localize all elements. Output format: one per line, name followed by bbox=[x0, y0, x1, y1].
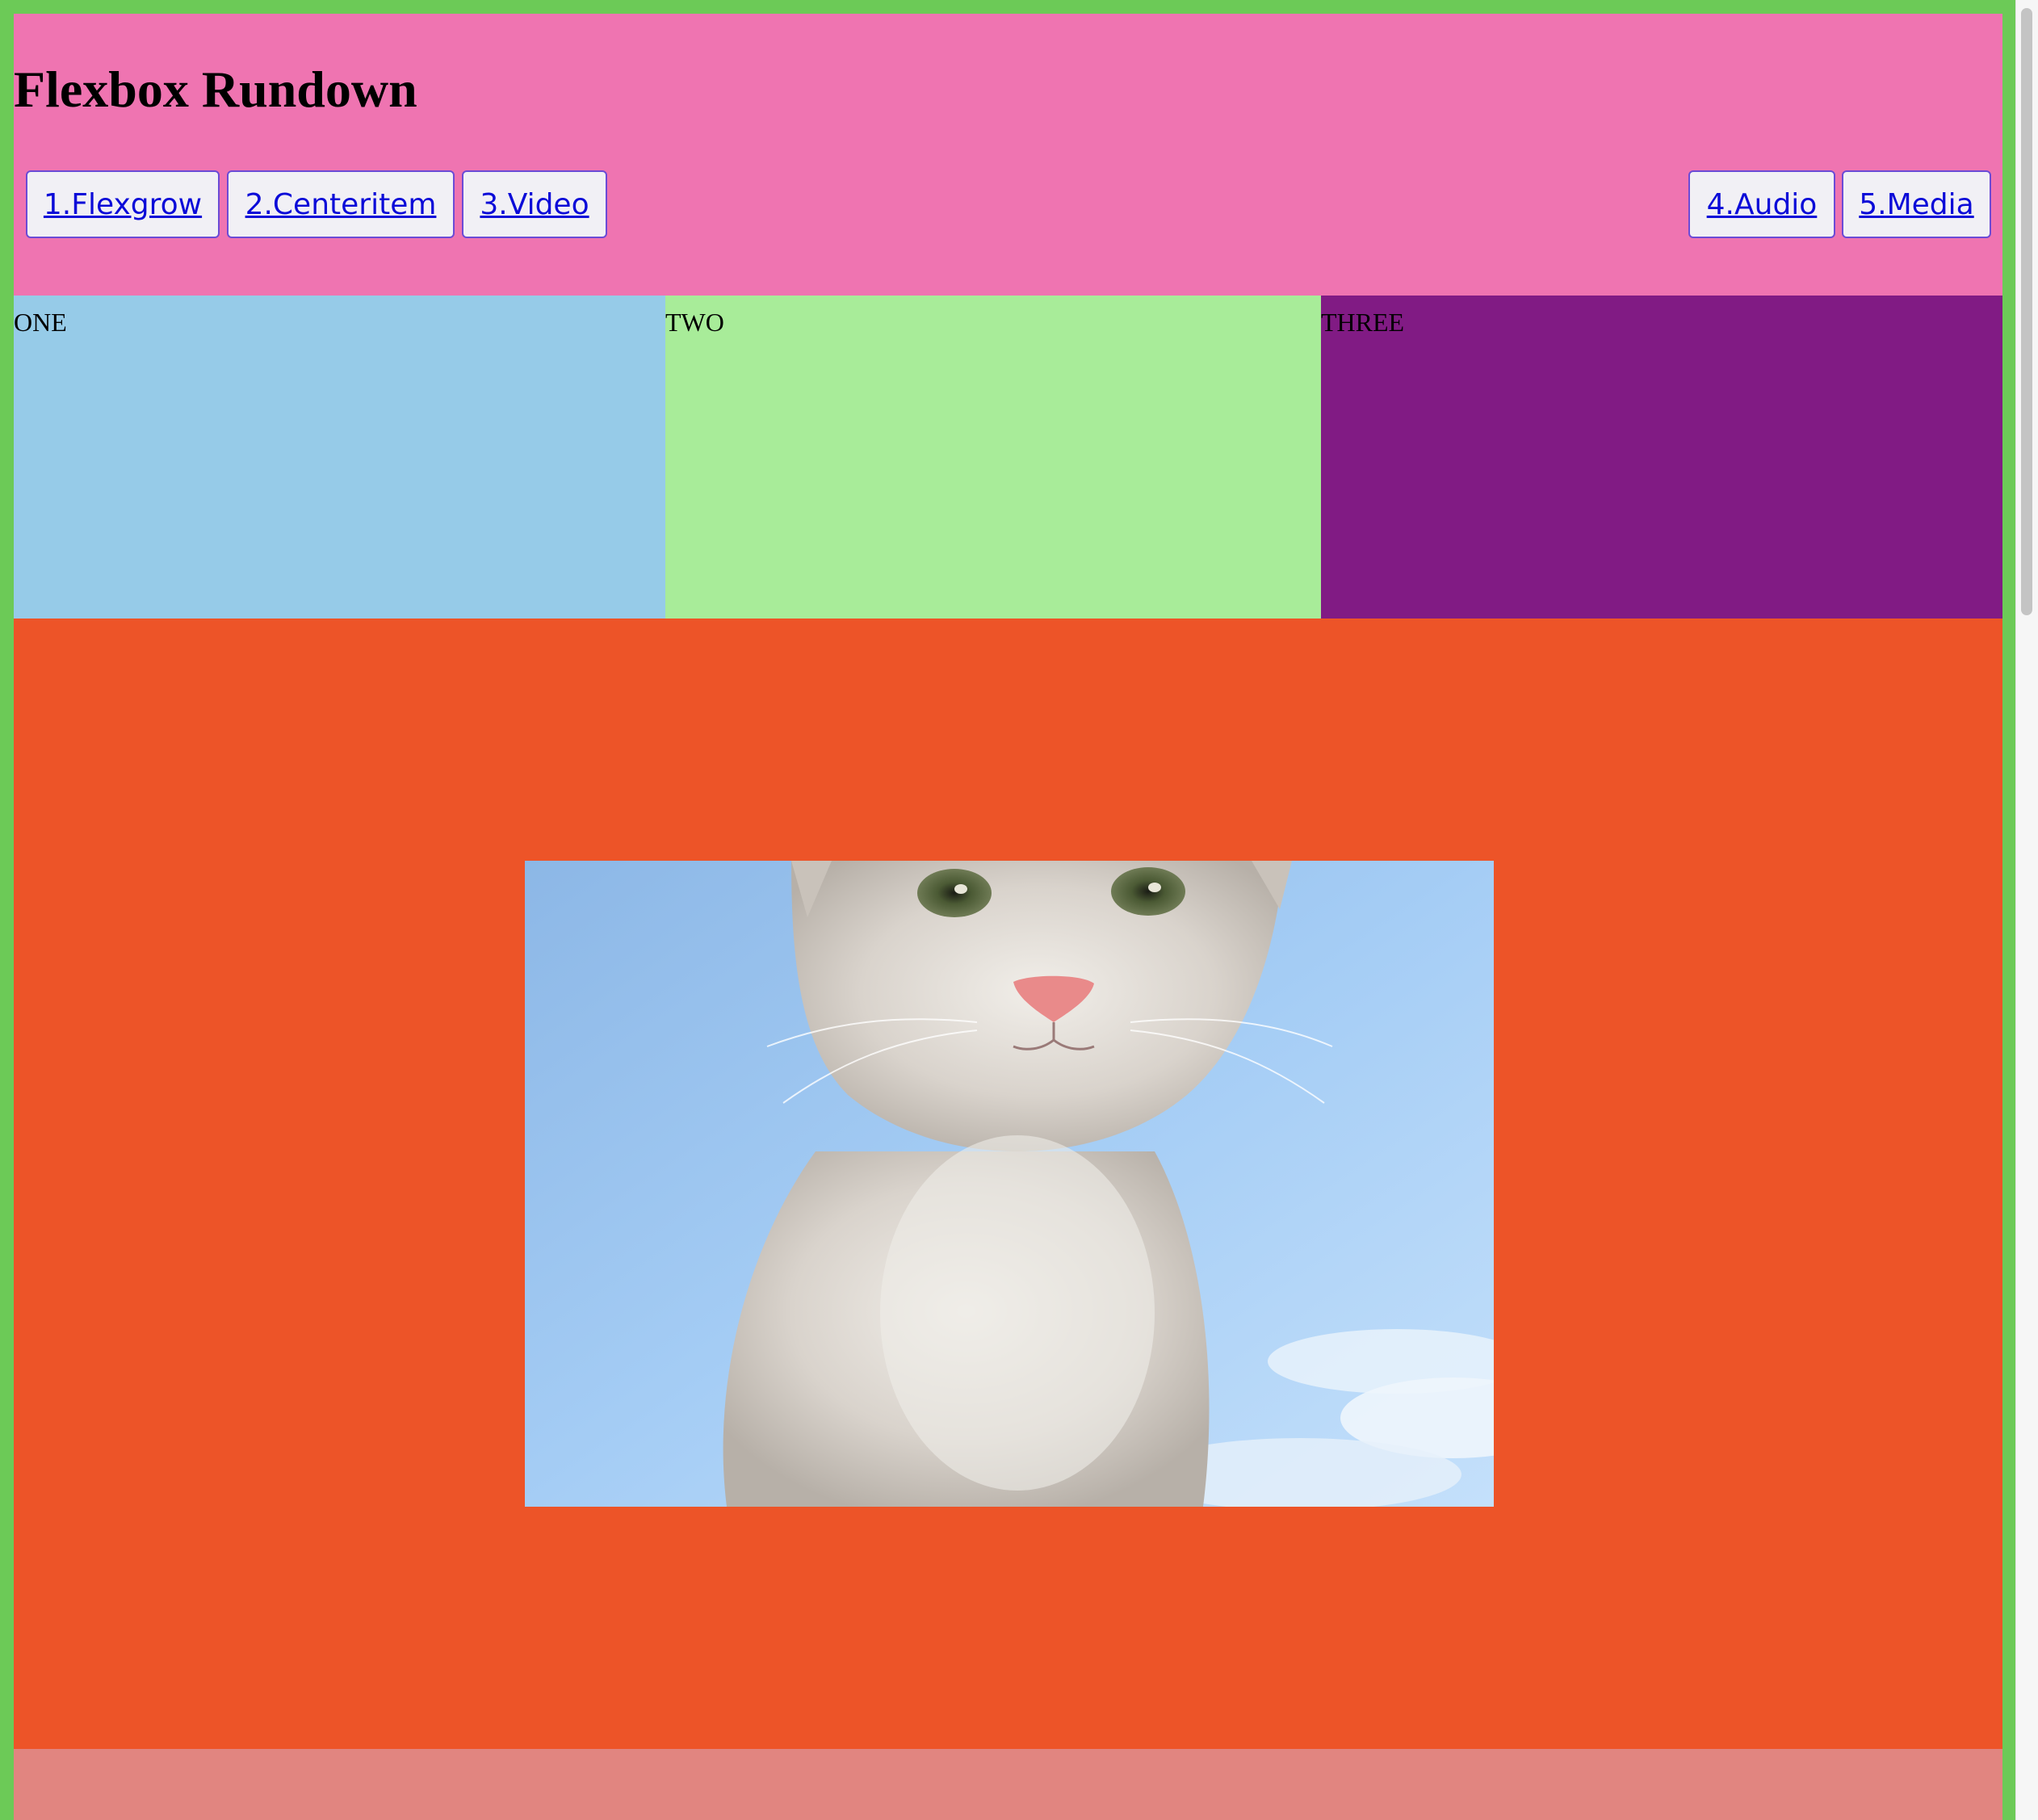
panel-three-label: THREE bbox=[1321, 308, 1405, 337]
page: Flexbox Rundown 1.Flexgrow 2.Centeritem … bbox=[14, 14, 2002, 1820]
panel-three: THREE bbox=[1321, 296, 2002, 619]
page-title: Flexbox Rundown bbox=[14, 61, 417, 118]
nav-link-audio[interactable]: 4.Audio bbox=[1688, 170, 1835, 238]
nav-link-video[interactable]: 3.Video bbox=[462, 170, 607, 238]
nav-link-flexgrow[interactable]: 1.Flexgrow bbox=[26, 170, 220, 238]
browser-viewport: Flexbox Rundown 1.Flexgrow 2.Centeritem … bbox=[0, 0, 2038, 1820]
scrollbar-thumb[interactable] bbox=[2021, 8, 2032, 615]
panel-two-label: TWO bbox=[665, 308, 724, 337]
flex-panels: ONE TWO THREE bbox=[14, 296, 2002, 619]
panel-one: ONE bbox=[14, 296, 665, 619]
nav-link-media[interactable]: 5.Media bbox=[1842, 170, 1991, 238]
centered-image-section bbox=[14, 619, 2002, 1749]
panel-two: TWO bbox=[665, 296, 1321, 619]
kitten-image bbox=[525, 861, 1494, 1507]
nav-bar: 1.Flexgrow 2.Centeritem 3.Video 4.Audio … bbox=[14, 170, 2002, 240]
footer-section bbox=[14, 1749, 2002, 1820]
panel-one-label: ONE bbox=[14, 308, 67, 337]
page-header: Flexbox Rundown 1.Flexgrow 2.Centeritem … bbox=[14, 14, 2002, 296]
vertical-scrollbar[interactable] bbox=[2015, 0, 2038, 1820]
nav-link-centeritem[interactable]: 2.Centeritem bbox=[227, 170, 455, 238]
